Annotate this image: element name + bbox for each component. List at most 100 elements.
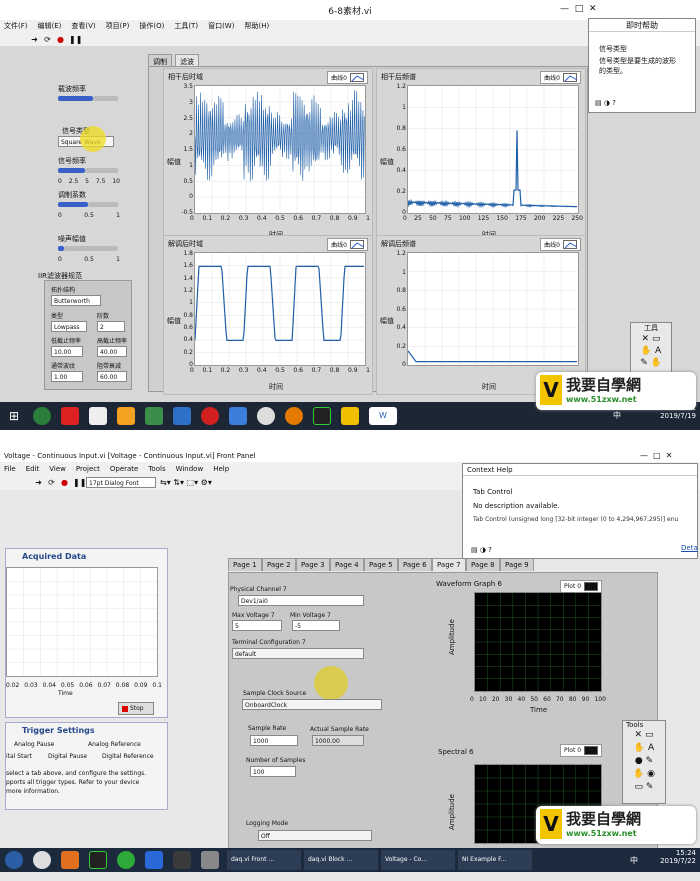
stopband-field[interactable]: 60.00	[97, 371, 127, 382]
spectral-legend[interactable]: Plot 0	[560, 744, 602, 757]
low-cutoff-field[interactable]: 10.00	[51, 346, 83, 357]
menu-item[interactable]: View	[49, 465, 66, 473]
high-cutoff-field[interactable]: 40.00	[97, 346, 127, 357]
pycharm-icon[interactable]	[89, 851, 107, 869]
menu-item[interactable]: 工具(T)	[174, 21, 198, 31]
tab-page-9[interactable]: Page 9	[500, 558, 534, 571]
abort-icon[interactable]: ●	[56, 35, 65, 44]
chrome-icon[interactable]	[257, 407, 275, 425]
menu-item[interactable]: 项目(P)	[106, 21, 130, 31]
help-toolbar-icons[interactable]: ▤ ◑ ?	[595, 99, 616, 107]
menu-item[interactable]: Tools	[148, 465, 165, 473]
tab-digital-start[interactable]: ital Start	[6, 753, 32, 760]
signal-freq-slider[interactable]	[58, 168, 85, 173]
app-icon[interactable]	[173, 407, 191, 425]
windows-start-icon[interactable]	[5, 851, 23, 869]
abort-icon[interactable]: ●	[60, 478, 69, 487]
app-icon[interactable]	[33, 407, 51, 425]
menu-item[interactable]: Operate	[110, 465, 138, 473]
run-continuous-icon[interactable]: ⟳	[47, 478, 56, 487]
run-arrow-icon[interactable]: ➜	[34, 478, 43, 487]
tab-digital-reference[interactable]: Digital Reference	[102, 753, 154, 760]
menu-item[interactable]: 窗口(W)	[208, 21, 234, 31]
tab-analog-pause[interactable]: Analog Pause	[14, 741, 54, 748]
tab-page-7[interactable]: Page 7	[432, 558, 466, 571]
type-field[interactable]: Lowpass	[51, 321, 87, 332]
tab-digital-pause[interactable]: Digital Pause	[48, 753, 87, 760]
graph-legend[interactable]: 曲线0	[327, 238, 368, 251]
minv-field[interactable]: -5	[292, 620, 340, 631]
wechat-icon[interactable]	[117, 851, 135, 869]
app-icon[interactable]	[61, 407, 79, 425]
menu-item[interactable]: Help	[213, 465, 229, 473]
mod-coef-slider[interactable]	[58, 202, 88, 207]
app-icon[interactable]	[201, 851, 219, 869]
clock-source-field[interactable]: OnboardClock	[242, 699, 382, 710]
labview-icon[interactable]	[341, 407, 359, 425]
logging-field[interactable]: Off	[258, 830, 372, 841]
app-icon[interactable]	[89, 407, 107, 425]
carrier-freq-slider[interactable]	[58, 96, 93, 101]
graph-legend[interactable]: 曲线0	[327, 71, 368, 84]
help-detail-link[interactable]: Deta	[681, 544, 698, 552]
tab-page-4[interactable]: Page 4	[330, 558, 364, 571]
maxv-field[interactable]: 5	[232, 620, 282, 631]
graph-legend[interactable]: 曲线0	[540, 71, 581, 84]
term-field[interactable]: default	[232, 648, 364, 659]
menu-item[interactable]: Project	[76, 465, 100, 473]
tools-icons[interactable]: ✕ ▭ ✋ A ✎ ✋	[631, 333, 671, 369]
tab-page-3[interactable]: Page 3	[296, 558, 330, 571]
order-field[interactable]: 2	[97, 321, 125, 332]
window-controls[interactable]: — □ ✕	[560, 4, 597, 14]
tools-icons[interactable]: ✕ ▭ ✋ A ● ✎ ✋ ◉ ▭ ✎	[623, 729, 665, 794]
taskbar-window-button[interactable]: NI Example F...	[458, 850, 532, 870]
rate-field[interactable]: 1000	[250, 735, 298, 746]
tab-page-6[interactable]: Page 6	[398, 558, 432, 571]
app-icon[interactable]	[201, 407, 219, 425]
topology-field[interactable]: Butterworth	[51, 295, 101, 306]
app-icon[interactable]	[145, 851, 163, 869]
passband-field[interactable]: 1.00	[51, 371, 83, 382]
tab-page-1[interactable]: Page 1	[228, 558, 262, 571]
font-selector[interactable]: 17pt Dialog Font	[86, 477, 156, 488]
ime-indicator[interactable]: 中	[630, 855, 638, 866]
pause-icon[interactable]: ❚❚	[73, 478, 82, 487]
help-toolbar-icons[interactable]: ▤ ◑ ?	[471, 546, 492, 554]
menu-item[interactable]: File	[4, 465, 16, 473]
nsamp-field[interactable]: 100	[250, 766, 296, 777]
tab-analog-reference[interactable]: Analog Reference	[88, 741, 141, 748]
app-icon[interactable]	[229, 407, 247, 425]
taskbar-window-button[interactable]: daq.vi Front ...	[227, 850, 301, 870]
taskbar-window-button[interactable]: daq.vi Block ...	[304, 850, 378, 870]
run-arrow-icon[interactable]: ➜	[30, 35, 39, 44]
chrome-icon[interactable]	[33, 851, 51, 869]
search-icon[interactable]	[285, 407, 303, 425]
menu-item[interactable]: 帮助(H)	[244, 21, 269, 31]
window-controls[interactable]: — □ ✕	[640, 451, 672, 460]
menu-item[interactable]: Edit	[26, 465, 40, 473]
pycharm-icon[interactable]	[313, 407, 331, 425]
pause-icon[interactable]: ❚❚	[69, 35, 78, 44]
app-icon[interactable]	[145, 407, 163, 425]
menu-item[interactable]: 编辑(E)	[38, 21, 62, 31]
menu-item[interactable]: Window	[176, 465, 204, 473]
app-icon[interactable]	[173, 851, 191, 869]
tab-page-5[interactable]: Page 5	[364, 558, 398, 571]
ime-indicator[interactable]: 中	[613, 410, 621, 421]
tab-page-8[interactable]: Page 8	[466, 558, 500, 571]
stop-button[interactable]: Stop	[118, 702, 154, 715]
app-icon[interactable]: W	[369, 407, 397, 425]
menu-item[interactable]: 文件(F)	[4, 21, 28, 31]
taskbar-window-button[interactable]: Voltage - Co...	[381, 850, 455, 870]
menu-item[interactable]: 操作(O)	[139, 21, 164, 31]
tick-label: 0.08	[116, 682, 129, 689]
align-tools-icons[interactable]: ⇆▾ ⇅▾ ⬚▾ ⚙▾	[160, 478, 212, 487]
app-icon[interactable]	[61, 851, 79, 869]
graph-legend[interactable]: 曲线0	[540, 238, 581, 251]
menu-item[interactable]: 查看(V)	[71, 21, 95, 31]
app-icon[interactable]	[117, 407, 135, 425]
run-continuous-icon[interactable]: ⟳	[43, 35, 52, 44]
windows-start-icon[interactable]: ⊞	[5, 407, 23, 425]
tab-page-2[interactable]: Page 2	[262, 558, 296, 571]
channel-field[interactable]: Dev1/ai0	[238, 595, 364, 606]
